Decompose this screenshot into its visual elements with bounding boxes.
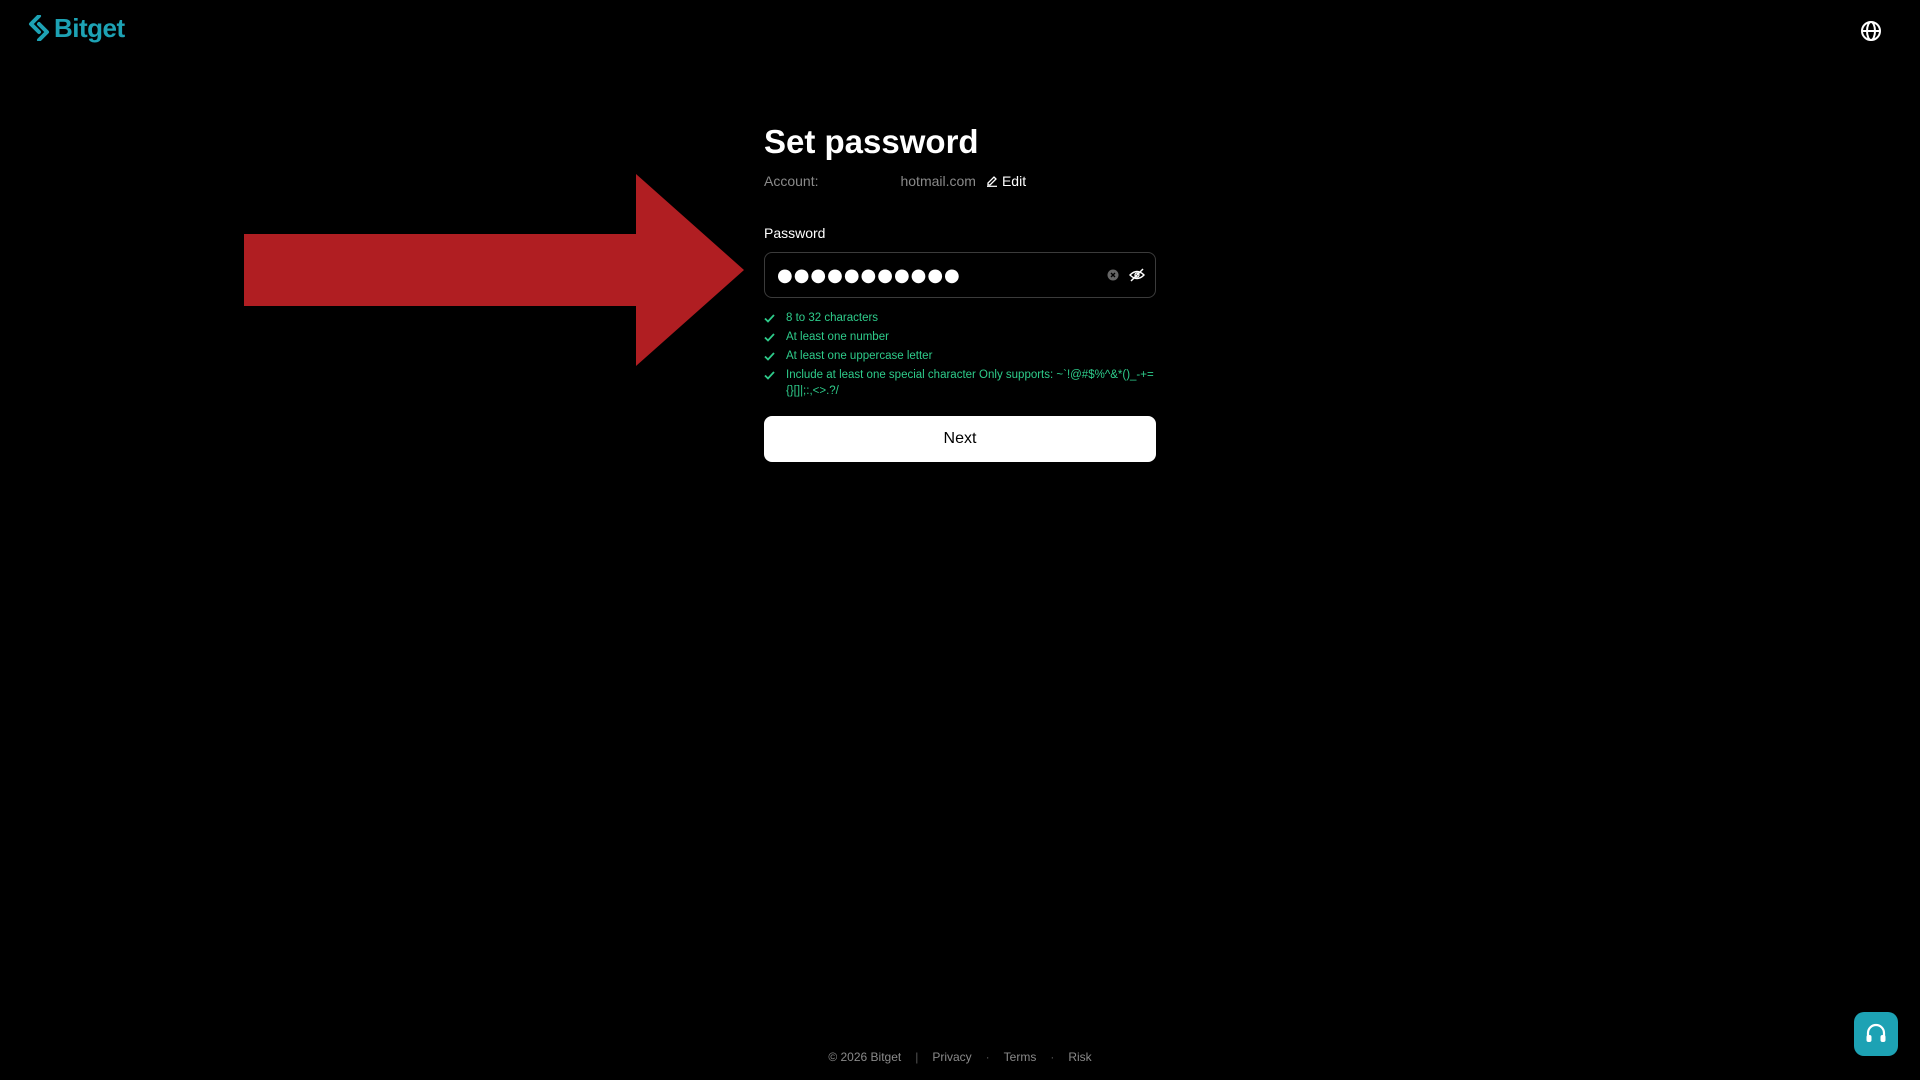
privacy-link[interactable]: Privacy bbox=[932, 1050, 971, 1064]
footer: © 2026 Bitget | Privacy · Terms · Risk bbox=[0, 1050, 1920, 1064]
rule-text: Include at least one special character O… bbox=[786, 369, 1154, 397]
edit-label: Edit bbox=[1001, 173, 1027, 189]
clear-icon[interactable] bbox=[1105, 267, 1121, 283]
pencil-icon bbox=[986, 176, 997, 187]
red-arrow-annotation bbox=[244, 174, 744, 366]
copyright-text: © 2026 Bitget bbox=[828, 1050, 902, 1064]
rule-text: At least one uppercase letter bbox=[786, 350, 933, 362]
rule-item: At least one uppercase letter bbox=[764, 348, 1156, 364]
footer-divider: | bbox=[915, 1050, 919, 1064]
risk-link[interactable]: Risk bbox=[1068, 1050, 1091, 1064]
headset-icon bbox=[1866, 1023, 1886, 1042]
check-icon bbox=[764, 367, 776, 383]
eye-off-icon[interactable] bbox=[1129, 267, 1145, 283]
edit-account-button[interactable]: Edit bbox=[986, 173, 1026, 189]
globe-icon[interactable] bbox=[1860, 20, 1884, 44]
rule-text: At least one number bbox=[786, 331, 889, 343]
terms-link[interactable]: Terms bbox=[1004, 1050, 1037, 1064]
password-field[interactable]: ●●●●●●●●●●● bbox=[764, 252, 1156, 298]
password-input[interactable]: ●●●●●●●●●●● bbox=[777, 265, 1097, 286]
check-icon bbox=[764, 310, 776, 326]
account-row: Account: hotmail.com Edit bbox=[764, 172, 1156, 190]
account-value: hotmail.com bbox=[900, 173, 976, 189]
page-title: Set password bbox=[764, 123, 979, 160]
footer-dot: · bbox=[1050, 1050, 1055, 1064]
account-label: Account: bbox=[764, 173, 819, 189]
password-rules: 8 to 32 characters At least one number A… bbox=[764, 310, 1156, 399]
rule-item: At least one number bbox=[764, 329, 1156, 345]
page: Bitget Set password Account: hotmail.com… bbox=[0, 0, 1920, 1080]
check-icon bbox=[764, 348, 776, 364]
set-password-form: Set password Account: hotmail.com Edit P… bbox=[764, 118, 1156, 462]
support-button[interactable] bbox=[1854, 1012, 1898, 1056]
rule-item: Include at least one special character O… bbox=[764, 367, 1156, 399]
bitget-logo[interactable]: Bitget bbox=[28, 12, 125, 44]
bitget-logo-icon bbox=[29, 15, 49, 41]
account-redaction bbox=[818, 174, 901, 188]
next-button[interactable]: Next bbox=[764, 416, 1156, 462]
password-label: Password bbox=[764, 225, 826, 241]
rule-item: 8 to 32 characters bbox=[764, 310, 1156, 326]
check-icon bbox=[764, 329, 776, 345]
rule-text: 8 to 32 characters bbox=[786, 312, 879, 324]
brand-name: Bitget bbox=[54, 13, 125, 43]
footer-dot: · bbox=[985, 1050, 990, 1064]
